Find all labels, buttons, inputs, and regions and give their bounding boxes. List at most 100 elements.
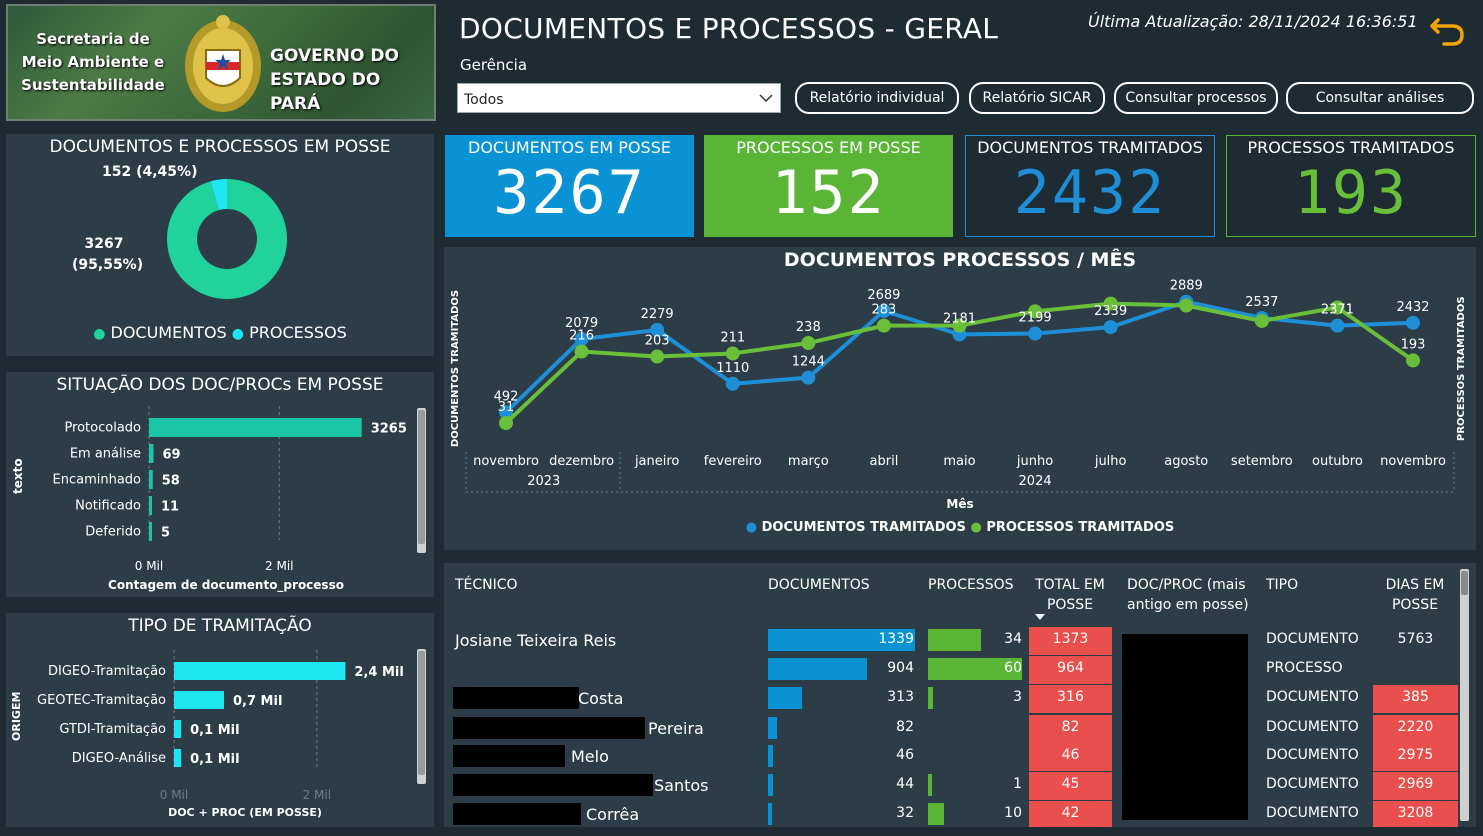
documentos-bar <box>768 774 773 796</box>
processos-value: 60 <box>1004 660 1022 676</box>
scrollbar[interactable] <box>1460 569 1469 821</box>
sort-desc-icon[interactable] <box>1034 613 1046 621</box>
gerencia-select[interactable]: Todos <box>457 83 781 113</box>
relatorio-individual-button[interactable]: Relatório individual <box>795 82 959 114</box>
x-tick-label: 0 Mil <box>135 559 163 573</box>
header-tecnico[interactable]: TÉCNICO <box>455 575 518 595</box>
table-row[interactable]: 904 60 964 PROCESSO <box>444 656 1454 684</box>
line-chart-panel: DOCUMENTOS PROCESSOS / MÊS novembro dezem… <box>444 247 1476 550</box>
situacao-ylabel-text: texto <box>11 458 25 494</box>
tramitacao-panel: TIPO DE TRAMITAÇÃO 0 Mil 2 Mil DIGEO-Trami… <box>6 613 434 827</box>
legend-documentos-tramitados[interactable]: DOCUMENTOS TRAMITADOS <box>762 520 966 535</box>
data-label: 2371 <box>1321 303 1354 318</box>
bar-value-label: 0,7 Mil <box>233 694 282 709</box>
scrollbar-thumb[interactable] <box>1461 571 1468 595</box>
undo-arrow-icon[interactable] <box>1428 8 1468 48</box>
data-label: 2279 <box>641 307 674 322</box>
table-row[interactable]: Melo 46 46 DOCUMENTO 2975 <box>444 743 1458 771</box>
legend-processos[interactable]: PROCESSOS <box>249 323 347 342</box>
bar <box>174 662 346 680</box>
header-tipo[interactable]: TIPO <box>1266 575 1298 595</box>
processos-value: 10 <box>1004 805 1022 821</box>
situacao-bar-chart: 0 Mil 2 Mil Protocolado 3265 Em análise 69 Enc… <box>53 406 407 573</box>
bar-category-label: Notificado <box>75 499 141 514</box>
situacao-x-axis-label: Contagem de documento_processo <box>108 578 344 592</box>
header-doc-proc-antigo[interactable]: DOC/PROC (mais antigo em posse) <box>1127 575 1253 615</box>
relatorio-sicar-button[interactable]: Relatório SICAR <box>969 82 1105 114</box>
consultar-processos-button[interactable]: Consultar processos <box>1114 82 1278 114</box>
total-value: 45 <box>1061 776 1080 792</box>
bar-value-label: 11 <box>161 500 179 515</box>
scrollbar-thumb[interactable] <box>418 410 425 544</box>
scrollbar[interactable] <box>417 408 426 553</box>
bar-category-label: DIGEO-Análise <box>72 751 166 766</box>
kpi-label: PROCESSOS EM POSSE <box>736 138 921 157</box>
kpi-documentos-tramitados: DOCUMENTOS TRAMITADOS 2432 <box>965 135 1215 237</box>
page-title: DOCUMENTOS E PROCESSOS - GERAL <box>459 12 999 45</box>
x-tick-label: 2 Mil <box>265 559 293 573</box>
bar-value-label: 3265 <box>371 422 407 437</box>
table-row[interactable]: Santos 44 1 45 DOCUMENTO 2969 <box>444 772 1458 800</box>
table-row[interactable]: Corrêa 32 10 42 DOCUMENTO 3208 <box>444 801 1458 827</box>
documentos-slice-label: 3267 (95,55%) <box>72 234 143 276</box>
header-dias-em-posse[interactable]: DIAS EM POSSE <box>1380 575 1450 615</box>
documentos-slice-value: 3267 <box>84 236 124 252</box>
table-row[interactable]: Josiane Teixeira Reis 1339 34 1373 DOCUMENTO… <box>444 627 1454 655</box>
tramitacao-ylabel-text: ORIGEM <box>10 691 23 741</box>
data-label: 2432 <box>1396 300 1429 315</box>
line-chart-right-axis-label: PROCESSOS TRAMITADOS <box>1456 296 1467 441</box>
data-label: 2889 <box>1170 279 1203 294</box>
x-tick-label: outubro <box>1312 454 1363 469</box>
legend-processos-tramitados[interactable]: PROCESSOS TRAMITADOS <box>986 520 1174 535</box>
dias-value: 2220 <box>1397 719 1434 735</box>
header-documentos[interactable]: DOCUMENTOS <box>768 575 870 595</box>
x-tick-label: maio <box>943 454 975 469</box>
data-label: 2181 <box>943 311 976 326</box>
year-label: 2024 <box>1019 474 1052 489</box>
documentos-value: 1339 <box>878 631 914 647</box>
year-label: 2023 <box>527 474 560 489</box>
logo-line: Sustentabilidade <box>21 76 165 94</box>
header-total-em-posse[interactable]: TOTAL EM POSSE <box>1032 575 1108 615</box>
documentos-value: 44 <box>896 776 914 792</box>
total-value: 46 <box>1061 747 1080 763</box>
legend-documentos[interactable]: DOCUMENTOS <box>111 323 227 342</box>
processos-bar <box>928 774 932 796</box>
data-label: 283 <box>872 303 897 318</box>
table-row[interactable]: Costa 313 3 316 DOCUMENTO 385 <box>444 685 1458 713</box>
documentos-bar <box>768 687 803 709</box>
x-tick-label: dezembro <box>549 454 614 469</box>
data-label: 211 <box>720 330 745 345</box>
tramitacao-y-axis-label: ORIGEM <box>10 692 23 741</box>
scrollbar[interactable] <box>417 649 426 784</box>
consultar-analises-button[interactable]: Consultar análises <box>1286 82 1474 114</box>
kpi-value: 2432 <box>1013 158 1167 228</box>
tipo-value: DOCUMENTO <box>1266 631 1359 647</box>
processos-value: 34 <box>1004 631 1022 647</box>
tipo-value: DOCUMENTO <box>1266 805 1359 821</box>
scrollbar-thumb[interactable] <box>418 651 425 775</box>
x-tick-label: janeiro <box>634 454 679 469</box>
logo-line: Meio Ambiente e <box>21 53 165 71</box>
data-label: 2689 <box>867 288 900 303</box>
kpi-label: PROCESSOS TRAMITADOS <box>1247 138 1455 157</box>
dias-value: 5763 <box>1397 631 1434 647</box>
data-label: 193 <box>1401 337 1426 352</box>
data-point <box>876 318 891 333</box>
documentos-value: 82 <box>896 719 914 735</box>
logo-line: Secretaria de <box>36 30 150 48</box>
processos-slice-label: 152 (4,45%) <box>102 164 198 180</box>
header-processos[interactable]: PROCESSOS <box>928 575 1014 595</box>
situacao-panel: SITUAÇÃO DOS DOC/PROCs EM POSSE 0 Mil 2 M… <box>6 372 434 597</box>
gerencia-selected-value: Todos <box>464 92 504 108</box>
processos-value: 1 <box>1013 776 1022 792</box>
x-tick-label: março <box>788 454 829 469</box>
line-chart-legend: ● DOCUMENTOS TRAMITADOS ● PROCESSOS TRAM… <box>444 520 1476 535</box>
redacted-name <box>453 687 579 709</box>
processos-bar <box>928 687 933 709</box>
table-row[interactable]: Pereira 82 82 DOCUMENTO 2220 <box>444 715 1458 743</box>
total-value: 1373 <box>1052 631 1089 647</box>
x-tick-label: novembro <box>473 454 539 469</box>
bar-value-label: 5 <box>161 526 170 541</box>
kpi-value: 3267 <box>493 158 646 228</box>
